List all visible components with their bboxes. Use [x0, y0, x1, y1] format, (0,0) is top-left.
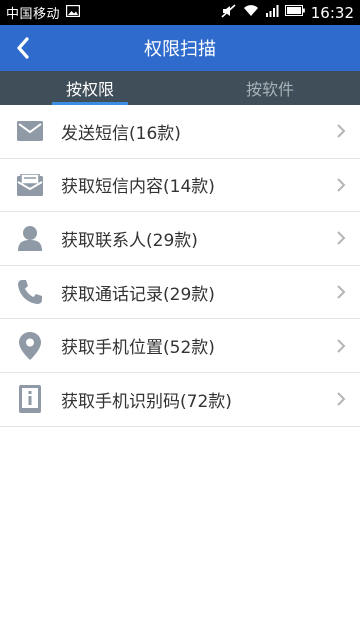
back-button[interactable] — [8, 33, 38, 63]
list-item-location[interactable]: 获取手机位置(52款) — [0, 319, 360, 373]
list-item-label: 获取短信内容(14款) — [61, 177, 215, 198]
chevron-right-icon — [337, 124, 346, 139]
list-item-label: 获取手机识别码(72款) — [61, 391, 232, 412]
tab-by-software[interactable]: 按软件 — [180, 71, 360, 105]
tab-by-permission[interactable]: 按权限 — [0, 71, 180, 105]
list-item-contacts[interactable]: 获取联系人(29款) — [0, 212, 360, 266]
app-bar: 权限扫描 — [0, 25, 360, 71]
tab-label: 按软件 — [245, 80, 294, 99]
tab-bar: 按权限 按软件 — [0, 71, 360, 105]
chevron-left-icon — [17, 37, 29, 59]
chevron-right-icon — [337, 178, 346, 192]
list-item-device-id[interactable]: 获取手机识别码(72款) — [0, 373, 360, 427]
chevron-right-icon — [337, 285, 346, 299]
list-item-call-log[interactable]: 获取通话记录(29款) — [0, 266, 360, 320]
clock: 16:32 — [310, 3, 354, 22]
wifi-icon — [243, 4, 259, 21]
person-icon — [16, 224, 44, 252]
image-notification-icon — [65, 4, 81, 21]
envelope-icon — [16, 117, 44, 145]
phone-icon — [16, 278, 44, 306]
chevron-right-icon — [337, 392, 346, 406]
mute-icon — [221, 3, 237, 22]
battery-icon — [284, 5, 305, 20]
list-item-label: 获取联系人(29款) — [61, 230, 198, 251]
list-item-label: 发送短信(16款) — [61, 123, 181, 144]
permission-list: 发送短信(16款) 获取短信内容(14款) 获取联系人(29款) 获取通话记录(… — [0, 105, 360, 427]
status-bar: 中国移动 16:32 — [0, 0, 360, 25]
list-item-read-sms[interactable]: 获取短信内容(14款) — [0, 159, 360, 213]
chevron-right-icon — [337, 231, 346, 246]
list-item-send-sms[interactable]: 发送短信(16款) — [0, 105, 360, 159]
list-item-label: 获取手机位置(52款) — [61, 338, 215, 359]
tab-label: 按权限 — [65, 80, 114, 99]
list-item-label: 获取通话记录(29款) — [61, 284, 215, 305]
signal-icon — [265, 4, 279, 21]
page-title: 权限扫描 — [144, 39, 216, 60]
chevron-right-icon — [337, 338, 346, 353]
carrier-name: 中国移动 — [6, 7, 61, 22]
location-pin-icon — [16, 331, 44, 360]
device-info-icon — [16, 385, 44, 414]
open-envelope-icon — [16, 171, 44, 199]
